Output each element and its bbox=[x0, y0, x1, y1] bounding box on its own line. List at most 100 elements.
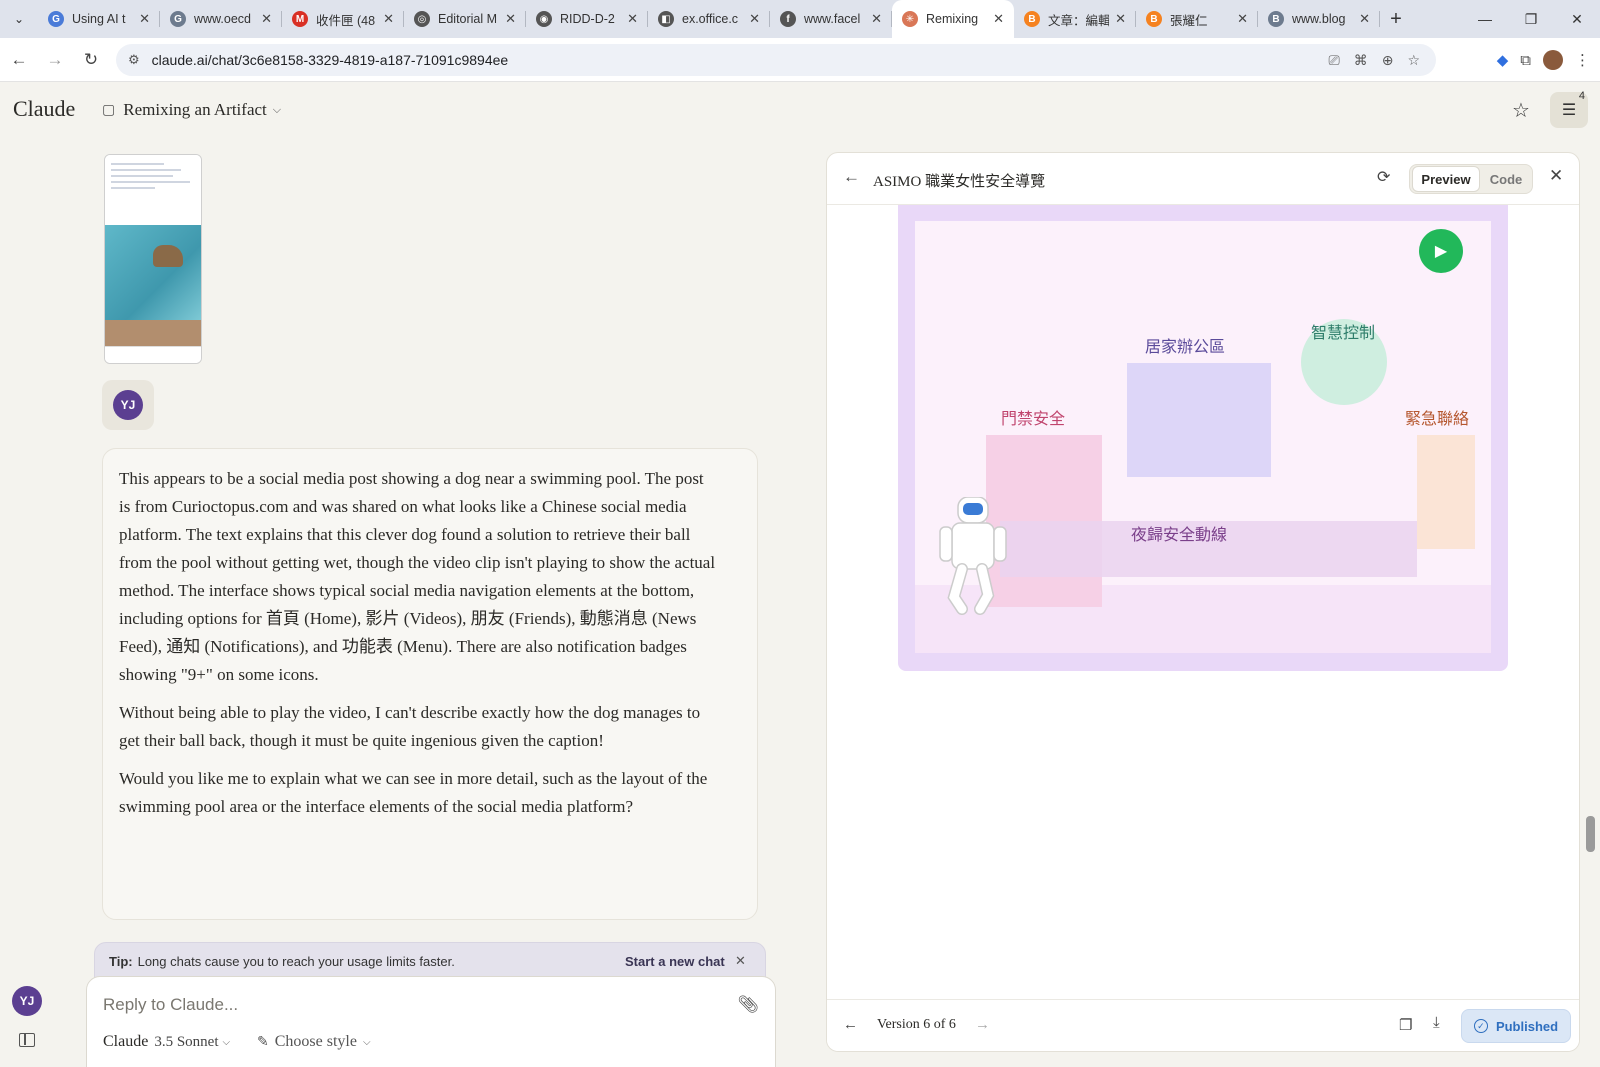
browser-tab[interactable]: G Using AI t ✕ bbox=[38, 0, 160, 38]
tip-text: Long chats cause you to reach your usage… bbox=[137, 953, 455, 969]
reply-paragraph: This appears to be a social media post s… bbox=[119, 469, 716, 684]
zone-label-smart-control: 智慧控制 bbox=[1311, 323, 1376, 342]
tab-code[interactable]: Code bbox=[1480, 172, 1532, 187]
close-tab-icon[interactable]: ✕ bbox=[1237, 11, 1248, 27]
tab-search-chevron-icon[interactable]: ⌄ bbox=[0, 0, 38, 38]
browser-menu-icon[interactable]: ⋮ bbox=[1575, 51, 1590, 69]
browser-tab[interactable]: M 收件匣 (48 ✕ bbox=[282, 0, 404, 38]
back-arrow-icon[interactable]: ← bbox=[843, 167, 860, 187]
zone-home-office-block[interactable] bbox=[1127, 363, 1271, 477]
next-version-arrow-icon[interactable]: → bbox=[975, 1016, 990, 1033]
close-tab-icon[interactable]: ✕ bbox=[383, 11, 394, 27]
model-version: 3.5 Sonnet bbox=[154, 1033, 219, 1050]
reply-paragraph: Would you like me to explain what we can… bbox=[119, 769, 708, 816]
close-tab-icon[interactable]: ✕ bbox=[139, 11, 150, 27]
install-app-icon[interactable]: ⎚ bbox=[1329, 52, 1340, 69]
close-tab-icon[interactable]: ✕ bbox=[627, 11, 638, 27]
published-button[interactable]: ✓ Published bbox=[1461, 1009, 1571, 1043]
previous-version-arrow-icon[interactable]: ← bbox=[843, 1016, 858, 1033]
user-message-avatar: YJ bbox=[102, 380, 154, 430]
close-tab-icon[interactable]: ✕ bbox=[1359, 11, 1370, 27]
style-label: Choose style bbox=[274, 1033, 357, 1050]
asimo-robot-figure[interactable] bbox=[936, 497, 1008, 615]
claude-logo[interactable]: Claude bbox=[13, 96, 75, 122]
browser-tab[interactable]: Bwww.blog ✕ bbox=[1258, 0, 1380, 38]
tab-favicon-icon: G bbox=[170, 11, 186, 27]
tab-title: 張耀仁 bbox=[1170, 13, 1208, 28]
tab-title: Remixing bbox=[926, 12, 979, 26]
zone-emergency-contact-block[interactable] bbox=[1417, 435, 1475, 549]
tab-title: www.oecd bbox=[194, 12, 251, 26]
close-tab-icon[interactable]: ✕ bbox=[261, 11, 272, 27]
browser-tab[interactable]: f www.facel ✕ bbox=[770, 0, 892, 38]
profile-avatar[interactable] bbox=[1543, 50, 1563, 70]
chat-title-dropdown[interactable]: ▢ Remixing an Artifact ⌵ bbox=[102, 100, 281, 120]
back-arrow-icon[interactable]: ← bbox=[2, 43, 36, 77]
close-tab-icon[interactable]: ✕ bbox=[871, 11, 882, 27]
tab-favicon-icon: B bbox=[1268, 11, 1284, 27]
forward-arrow-icon[interactable]: → bbox=[38, 43, 72, 77]
paperclip-icon[interactable]: 📎︎ bbox=[737, 995, 759, 1015]
style-selector[interactable]: ✎ Choose style ⌵ bbox=[257, 1033, 371, 1051]
model-selector[interactable]: Claude 3.5 Sonnet ⌵ bbox=[103, 1033, 230, 1051]
sidebar-user-avatar[interactable]: YJ bbox=[12, 986, 42, 1016]
star-icon[interactable]: ☆ bbox=[1512, 98, 1530, 123]
extension-diamond-icon[interactable]: ◆ bbox=[1497, 51, 1509, 69]
chevron-down-icon: ⌵ bbox=[362, 1036, 371, 1048]
close-tab-icon[interactable]: ✕ bbox=[749, 11, 760, 27]
reply-input[interactable]: Reply to Claude... bbox=[103, 995, 238, 1015]
artifact-header: ← ASIMO 職業女性安全導覽 ⟳ Preview Code ✕ bbox=[827, 153, 1579, 205]
browser-tab[interactable]: B 張耀仁 ✕ bbox=[1136, 0, 1258, 38]
model-name: Claude bbox=[103, 1033, 149, 1050]
close-tip-icon[interactable]: ✕ bbox=[735, 953, 746, 969]
site-info-icon[interactable]: ⚙ bbox=[128, 52, 140, 68]
close-tab-icon[interactable]: ✕ bbox=[1115, 11, 1126, 27]
tip-label: Tip: bbox=[109, 953, 133, 969]
chat-controls-button[interactable]: ☰ 4 bbox=[1550, 90, 1588, 128]
tab-preview[interactable]: Preview bbox=[1412, 166, 1480, 192]
browser-tab[interactable]: ◎ Editorial M ✕ bbox=[404, 0, 526, 38]
browser-tab-strip: ⌄ G Using AI t ✕ Gwww.oecd ✕ M 收件匣 (48 ✕ ◎ Editor… bbox=[0, 0, 1600, 38]
avatar: YJ bbox=[113, 390, 143, 420]
page-scrollbar-thumb[interactable] bbox=[1586, 816, 1595, 852]
browser-tab[interactable]: ◧ ex.office.c ✕ bbox=[648, 0, 770, 38]
browser-tab[interactable]: B 文章：編輯 ✕ bbox=[1014, 0, 1136, 38]
new-tab-button[interactable]: + bbox=[1380, 3, 1412, 35]
tab-favicon-icon: B bbox=[1146, 11, 1162, 27]
tab-title: www.blog bbox=[1292, 12, 1346, 26]
artifact-panel: ← ASIMO 職業女性安全導覽 ⟳ Preview Code ✕ 居家辦公區 … bbox=[826, 152, 1580, 1052]
restore-icon[interactable]: ❐ bbox=[1508, 0, 1554, 38]
omnibox[interactable]: ⚙ claude.ai/chat/3c6e8158-3329-4819-a187… bbox=[116, 44, 1436, 76]
url-text[interactable]: claude.ai/chat/3c6e8158-3329-4819-a187-7… bbox=[152, 52, 509, 68]
browser-tab[interactable]: ✳ Remixing ✕ bbox=[892, 0, 1014, 38]
close-icon[interactable]: ✕ bbox=[1549, 166, 1563, 186]
chat-title-text: Remixing an Artifact bbox=[123, 100, 267, 119]
message-composer: Reply to Claude... 📎︎ Claude 3.5 Sonnet … bbox=[86, 976, 776, 1067]
bookmark-star-icon[interactable]: ☆ bbox=[1407, 52, 1420, 69]
minimize-icon[interactable]: — bbox=[1462, 0, 1508, 38]
window-controls: — ❐ ✕ bbox=[1462, 0, 1600, 38]
play-icon[interactable]: ▶ bbox=[1419, 229, 1463, 273]
attached-screenshot-thumbnail[interactable] bbox=[104, 154, 202, 364]
download-icon[interactable]: ⤓ bbox=[1433, 1014, 1440, 1031]
browser-tab[interactable]: Gwww.oecd ✕ bbox=[160, 0, 282, 38]
avatar: YJ bbox=[12, 986, 42, 1016]
extensions-puzzle-icon[interactable]: ⧉ bbox=[1520, 52, 1531, 69]
browser-tab[interactable]: ◉ RIDD-D-2 ✕ bbox=[526, 0, 648, 38]
close-tab-icon[interactable]: ✕ bbox=[505, 11, 516, 27]
pen-icon: ✎ bbox=[257, 1034, 269, 1050]
floor-plan: 居家辦公區 智慧控制 門禁安全 緊急聯絡 夜歸安全動線 ▶ bbox=[915, 221, 1491, 653]
close-tab-icon[interactable]: ✕ bbox=[993, 11, 1004, 27]
zoom-icon[interactable]: ⊕ bbox=[1382, 52, 1394, 69]
close-window-icon[interactable]: ✕ bbox=[1554, 0, 1600, 38]
usage-tip-banner: Tip: Long chats cause you to reach your … bbox=[94, 942, 766, 980]
tab-favicon-icon: ◧ bbox=[658, 11, 674, 27]
sidebar-toggle-icon[interactable] bbox=[19, 1033, 35, 1047]
translate-icon[interactable]: ⌘ bbox=[1354, 52, 1368, 69]
copy-icon[interactable]: ❐ bbox=[1399, 1016, 1412, 1034]
start-new-chat-link[interactable]: Start a new chat bbox=[625, 954, 725, 969]
reload-icon[interactable]: ↻ bbox=[74, 43, 108, 77]
refresh-icon[interactable]: ⟳ bbox=[1377, 167, 1390, 187]
tab-title: 收件匣 (48 bbox=[316, 13, 376, 28]
chat-bubble-icon: ▢ bbox=[102, 102, 116, 118]
